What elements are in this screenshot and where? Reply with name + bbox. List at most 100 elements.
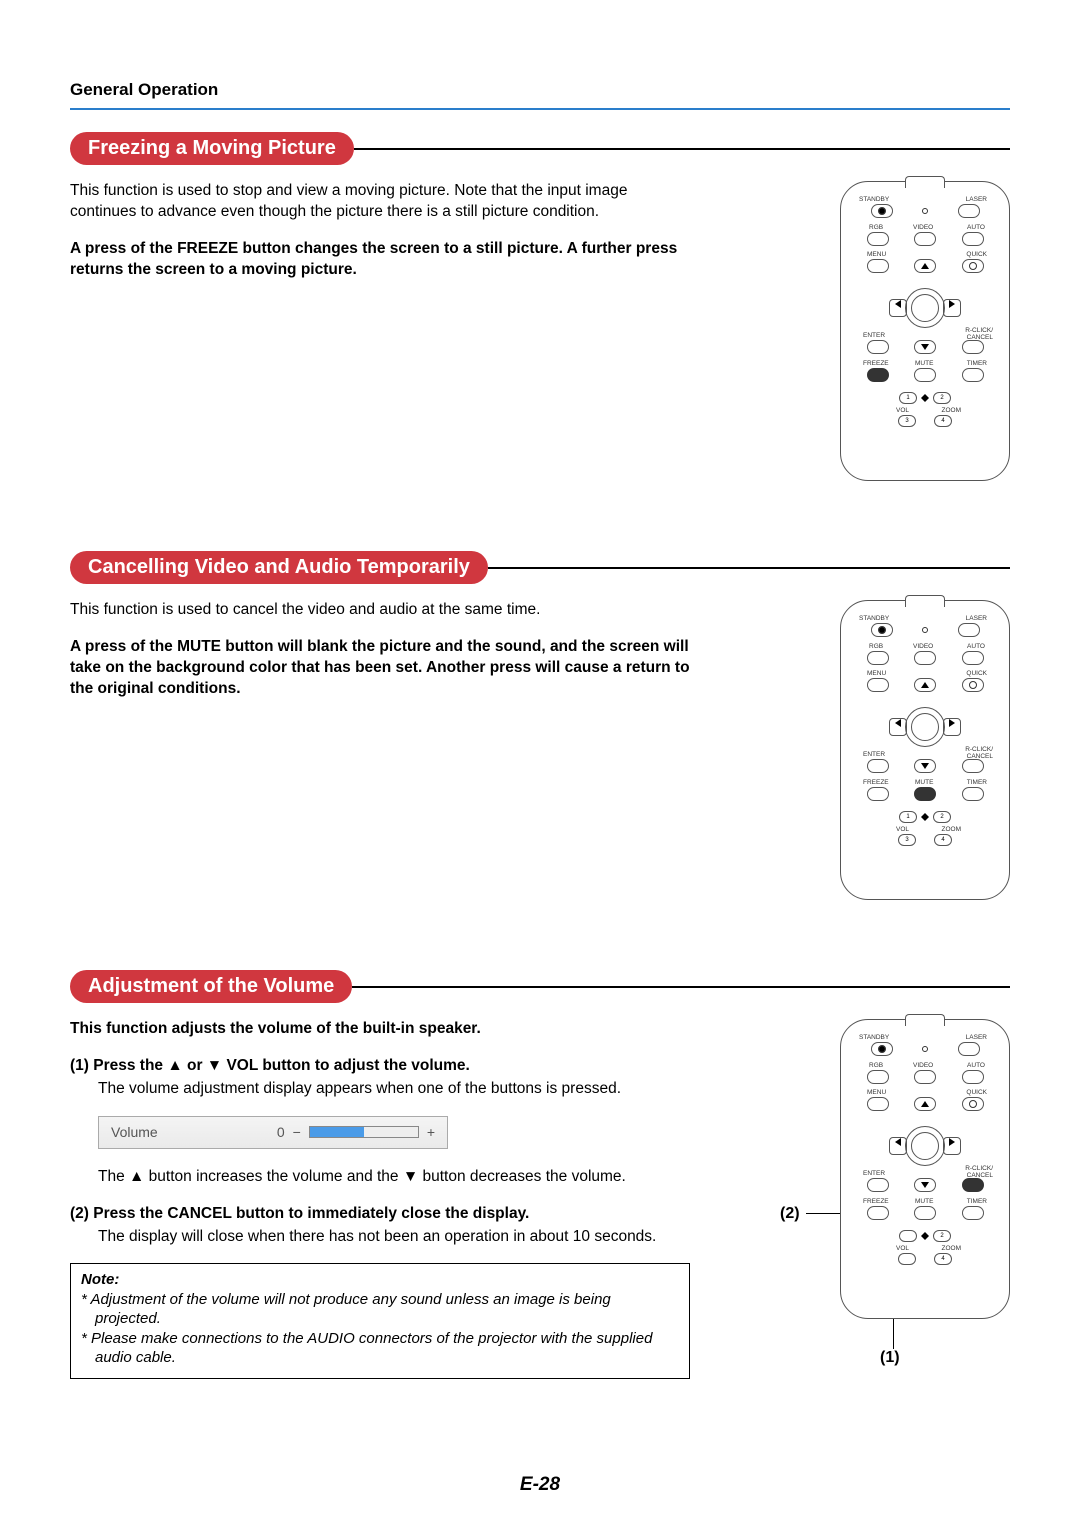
volume-step2-head: (2) Press the CANCEL button to immediate… (70, 1204, 690, 1225)
standby-button[interactable] (871, 1042, 893, 1056)
mute-button[interactable] (914, 787, 936, 801)
freeze-desc: This function is used to stop and view a… (70, 181, 690, 223)
volume-osd-bar (309, 1126, 419, 1138)
timer-label: TIMER (967, 360, 987, 367)
remote-freeze: STANDBY LASER RGB VIDEO AUTO MENU QUICK (840, 181, 1010, 481)
video-label: VIDEO (913, 224, 933, 231)
volume-osd-label: Volume (111, 1123, 158, 1142)
standby-label: STANDBY (859, 196, 889, 203)
cancel-button[interactable] (962, 340, 984, 354)
quick-button[interactable] (962, 1097, 984, 1111)
title-rule (384, 148, 1010, 150)
rgb-button[interactable] (867, 651, 889, 665)
volume-osd-plus: + (427, 1123, 435, 1142)
num-2[interactable]: 2 (933, 811, 951, 823)
section-title-pill: Adjustment of the Volume (70, 970, 352, 1003)
menu-button[interactable] (867, 1097, 889, 1111)
freeze-button[interactable] (867, 368, 889, 382)
laser-button[interactable] (958, 204, 980, 218)
timer-button[interactable] (962, 1206, 984, 1220)
num-1[interactable]: 1 (899, 811, 917, 823)
auto-button[interactable] (962, 232, 984, 246)
down-button[interactable] (914, 340, 936, 354)
section-volume: Adjustment of the Volume This function a… (70, 970, 1010, 1379)
quick-button[interactable] (962, 678, 984, 692)
volume-step1-tail: The ▲ button increases the volume and th… (70, 1167, 690, 1188)
up-button[interactable] (914, 1097, 936, 1111)
remote-mute: STANDBY LASER RGB VIDEO AUTO MENU QUICK (840, 600, 1010, 900)
callout-2: (2) (780, 1205, 800, 1223)
menu-button[interactable] (867, 678, 889, 692)
num-2[interactable]: 2 (933, 1230, 951, 1242)
num-2[interactable]: 2 (933, 392, 951, 404)
title-connector (354, 148, 384, 150)
freeze-label: FREEZE (863, 360, 889, 367)
enter-button[interactable] (867, 1178, 889, 1192)
down-button[interactable] (914, 759, 936, 773)
volume-step2-body: The display will close when there has no… (70, 1227, 690, 1248)
auto-button[interactable] (962, 1070, 984, 1084)
quick-label: QUICK (966, 251, 987, 258)
video-button[interactable] (914, 651, 936, 665)
laser-button[interactable] (958, 1042, 980, 1056)
auto-button[interactable] (962, 651, 984, 665)
video-button[interactable] (914, 1070, 936, 1084)
page-number: E-28 (0, 1474, 1080, 1496)
freeze-button[interactable] (867, 1206, 889, 1220)
num-3[interactable]: 3 (898, 1253, 916, 1265)
quick-button[interactable] (962, 259, 984, 273)
mute-label: MUTE (915, 360, 933, 367)
mute-button[interactable] (914, 368, 936, 382)
section-title-pill: Freezing a Moving Picture (70, 132, 354, 165)
rgb-button[interactable] (867, 232, 889, 246)
rgb-button[interactable] (867, 1070, 889, 1084)
standby-button[interactable] (871, 623, 893, 637)
volume-step1-head: (1) Press the ▲ or ▼ VOL button to adjus… (70, 1056, 690, 1077)
menu-button[interactable] (867, 259, 889, 273)
remote-volume: STANDBY LASER RGB VIDEO AUTO (840, 1019, 1010, 1319)
timer-button[interactable] (962, 368, 984, 382)
freeze-instruction: A press of the FREEZE button changes the… (70, 239, 690, 281)
note-2: * Please make connections to the AUDIO c… (81, 1329, 679, 1368)
note-box: Note: * Adjustment of the volume will no… (70, 1263, 690, 1379)
num-4[interactable]: 4 (934, 415, 952, 427)
rgb-label: RGB (869, 224, 883, 231)
section-title-row: Freezing a Moving Picture (70, 132, 1010, 165)
num-4[interactable]: 4 (934, 834, 952, 846)
header-rule (70, 108, 1010, 110)
num-3[interactable]: 3 (898, 415, 916, 427)
num-4[interactable]: 4 (934, 1253, 952, 1265)
num-3[interactable]: 3 (898, 834, 916, 846)
cancel-button[interactable] (962, 1178, 984, 1192)
enter-button[interactable] (867, 340, 889, 354)
up-button[interactable] (914, 678, 936, 692)
up-button[interactable] (914, 259, 936, 273)
video-button[interactable] (914, 232, 936, 246)
right-button[interactable] (943, 299, 961, 317)
mute-button[interactable] (914, 1206, 936, 1220)
enter-label: ENTER (863, 332, 885, 339)
note-title: Note: (81, 1270, 679, 1290)
nav-pad[interactable] (889, 1118, 961, 1174)
nav-pad[interactable] (889, 699, 961, 755)
volume-step1-body: The volume adjustment display appears wh… (70, 1079, 690, 1100)
zoom-label: ZOOM (942, 407, 962, 414)
num-1[interactable]: 1 (899, 392, 917, 404)
laser-button[interactable] (958, 623, 980, 637)
cancel-button[interactable] (962, 759, 984, 773)
timer-button[interactable] (962, 787, 984, 801)
nav-pad[interactable] (889, 280, 961, 336)
section-title-pill: Cancelling Video and Audio Temporarily (70, 551, 488, 584)
num-1[interactable]: 1 (899, 1230, 917, 1242)
section-text: This function is used to cancel the vide… (70, 600, 690, 716)
freeze-button[interactable] (867, 787, 889, 801)
laser-label: LASER (966, 196, 987, 203)
section-mute: Cancelling Video and Audio Temporarily T… (70, 551, 1010, 900)
volume-osd-value: 0 (277, 1123, 285, 1142)
section-freeze: Freezing a Moving Picture This function … (70, 132, 1010, 481)
enter-button[interactable] (867, 759, 889, 773)
standby-button[interactable] (871, 204, 893, 218)
auto-label: AUTO (967, 224, 985, 231)
down-button[interactable] (914, 1178, 936, 1192)
note-1: * Adjustment of the volume will not prod… (81, 1290, 679, 1329)
